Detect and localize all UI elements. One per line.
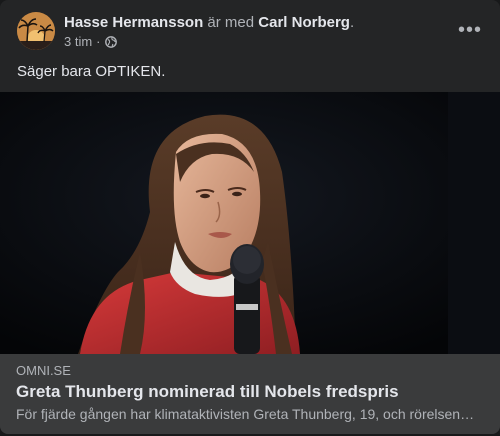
author-line: Hasse Hermansson är med Carl Norberg. [64,13,354,32]
with-text: är med [207,14,255,31]
link-preview-card[interactable]: OMNI.SE Greta Thunberg nominerad till No… [0,354,500,434]
post-header: Hasse Hermansson är med Carl Norberg. 3 … [0,0,500,58]
post-timestamp[interactable]: 3 tim [64,34,92,50]
more-options-icon[interactable]: ••• [454,16,486,44]
link-preview-image[interactable] [0,92,500,354]
post-text: Säger bara OPTIKEN. [17,63,166,80]
facebook-post: Hasse Hermansson är med Carl Norberg. 3 … [0,0,500,434]
link-title[interactable]: Greta Thunberg nominerad till Nobels fre… [16,381,399,403]
link-description: För fjärde gången har klimataktivisten G… [16,406,476,422]
meta-separator: · [96,34,101,49]
globe-icon[interactable] [104,36,117,48]
link-domain: OMNI.SE [16,363,71,378]
author-avatar[interactable] [17,12,55,50]
author-name[interactable]: Hasse Hermansson [64,14,203,31]
sentence-period: . [349,14,355,31]
tagged-person[interactable]: Carl Norberg [258,14,350,31]
post-meta: 3 tim · [64,34,117,50]
